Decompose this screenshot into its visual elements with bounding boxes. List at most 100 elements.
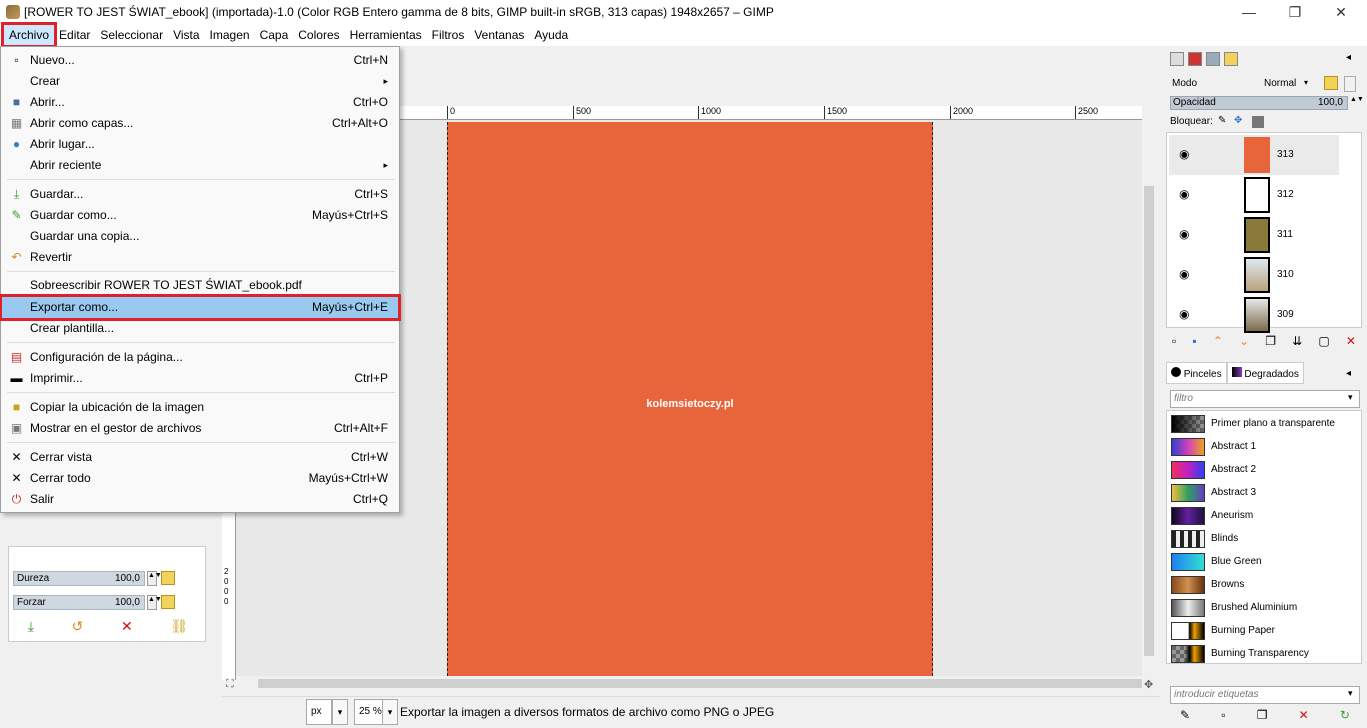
menu-item-mostrar-gestor[interactable]: ▣ Mostrar en el gestor de archivos Ctrl+… <box>2 418 398 439</box>
menu-item-configuracion-pagina[interactable]: ▤ Configuración de la página... <box>2 347 398 368</box>
save-preset-icon[interactable]: ⤓ <box>28 618 34 635</box>
menu-ventanas[interactable]: Ventanas <box>469 25 529 45</box>
menu-item-cerrar-vista[interactable]: ✕ Cerrar vista Ctrl+W <box>2 447 398 468</box>
gradients-list[interactable]: Primer plano a transparente Abstract 1 A… <box>1166 410 1362 664</box>
new-gradient-icon[interactable]: ▫ <box>1221 708 1225 722</box>
close-button[interactable]: ✕ <box>1318 0 1364 24</box>
tags-input[interactable]: introducir etiquetas <box>1170 686 1360 704</box>
layer-row[interactable]: ◉ 313 <box>1169 135 1339 175</box>
menu-item-guardar-copia[interactable]: Guardar una copia... <box>2 226 398 247</box>
eye-icon[interactable]: ◉ <box>1179 267 1189 281</box>
undo-tab-icon[interactable] <box>1224 52 1238 66</box>
menu-herramientas[interactable]: Herramientas <box>345 25 427 45</box>
delete-icon[interactable]: ✕ <box>121 618 133 635</box>
mask-icon[interactable]: ▢ <box>1318 334 1329 348</box>
unit-select[interactable]: px <box>306 699 332 725</box>
forzar-spinner[interactable]: ▲▼ <box>147 595 162 610</box>
mode-select[interactable]: Normal <box>1264 78 1296 89</box>
layer-row[interactable]: ◉ 311 <box>1169 215 1339 255</box>
list-item[interactable]: Abstract 3 <box>1171 482 1343 504</box>
mode-switch-icon[interactable] <box>1344 76 1356 92</box>
menu-item-cerrar-todo[interactable]: ✕ Cerrar todo Mayús+Ctrl+W <box>2 468 398 489</box>
menu-ayuda[interactable]: Ayuda <box>529 25 573 45</box>
menu-item-abrir[interactable]: ■ Abrir... Ctrl+O <box>2 92 398 113</box>
chevron-down-icon[interactable]: ▾ <box>1348 688 1353 699</box>
lower-layer-icon[interactable]: ⌄ <box>1239 334 1249 348</box>
menu-filtros[interactable]: Filtros <box>427 25 470 45</box>
menu-item-exportar-como[interactable]: Exportar como... Mayús+Ctrl+E <box>0 294 401 321</box>
list-item[interactable]: Primer plano a transparente <box>1171 413 1343 435</box>
layers-tab-icon[interactable] <box>1170 52 1184 66</box>
forzar-slider[interactable]: Forzar 100,0 <box>13 595 145 610</box>
tab-pinceles[interactable]: Pinceles <box>1166 362 1227 384</box>
menu-item-sobreescribir[interactable]: Sobreescribir ROWER TO JEST ŚWIAT_ebook.… <box>2 275 398 296</box>
list-item[interactable]: Abstract 2 <box>1171 459 1343 481</box>
image-layer[interactable]: kolemsietoczy.pl <box>447 122 933 676</box>
layer-row[interactable]: ◉ 312 <box>1169 175 1339 215</box>
vertical-scrollbar[interactable] <box>1142 106 1156 676</box>
eye-icon[interactable]: ◉ <box>1179 187 1189 201</box>
menu-item-abrir-reciente[interactable]: Abrir reciente ▸ <box>2 155 398 176</box>
menu-item-abrir-lugar[interactable]: ● Abrir lugar... <box>2 134 398 155</box>
menu-seleccionar[interactable]: Seleccionar <box>95 25 168 45</box>
eye-icon[interactable]: ◉ <box>1179 147 1189 161</box>
scrollbar-thumb[interactable] <box>1144 186 1154 656</box>
menu-vista[interactable]: Vista <box>168 25 204 45</box>
layer-row[interactable]: ◉ 309 <box>1169 295 1339 335</box>
quick-mask-icon[interactable]: ⛶ <box>226 678 234 691</box>
layer-row[interactable]: ◉ 310 <box>1169 255 1339 295</box>
merge-down-icon[interactable]: ⇊ <box>1292 334 1302 348</box>
menu-item-salir[interactable]: ⏻ Salir Ctrl+Q <box>2 489 398 510</box>
filter-input[interactable]: filtro <box>1170 390 1360 408</box>
menu-imagen[interactable]: Imagen <box>205 25 255 45</box>
opacity-slider[interactable]: Opacidad 100,0 <box>1170 96 1348 110</box>
panel-menu-icon[interactable]: ◂ <box>1346 52 1351 63</box>
menu-item-imprimir[interactable]: ▬ Imprimir... Ctrl+P <box>2 368 398 389</box>
list-item[interactable]: Abstract 1 <box>1171 436 1343 458</box>
list-item[interactable]: Burning Transparency <box>1171 643 1343 665</box>
paths-tab-icon[interactable] <box>1206 52 1220 66</box>
layers-list[interactable]: ◉ 313 ◉ 312 ◉ 311 ◉ 310 ◉ 309 <box>1166 132 1362 333</box>
chevron-down-icon[interactable]: ▾ <box>382 699 398 725</box>
zoom-select[interactable]: 25 % <box>354 699 384 725</box>
raise-layer-icon[interactable]: ⌃ <box>1213 334 1223 348</box>
panel-menu-icon[interactable]: ◂ <box>1346 368 1351 379</box>
duplicate-gradient-icon[interactable]: ❐ <box>1257 708 1268 722</box>
refresh-icon[interactable]: ↻ <box>1340 708 1350 722</box>
menu-capa[interactable]: Capa <box>255 25 294 45</box>
new-group-icon[interactable]: ▪ <box>1192 334 1196 348</box>
new-layer-icon[interactable]: ▫ <box>1172 334 1176 348</box>
eye-icon[interactable]: ◉ <box>1179 227 1189 241</box>
menu-item-revertir[interactable]: ↶ Revertir <box>2 247 398 268</box>
dureza-slider[interactable]: Dureza 100,0 <box>13 571 145 586</box>
list-item[interactable]: Blinds <box>1171 528 1343 550</box>
menu-item-nuevo[interactable]: ▫ Nuevo... Ctrl+N <box>2 50 398 71</box>
duplicate-layer-icon[interactable]: ❐ <box>1265 334 1276 348</box>
chevron-down-icon[interactable]: ▾ <box>332 699 348 725</box>
menu-item-crear[interactable]: Crear ▸ <box>2 71 398 92</box>
list-item[interactable]: Browns <box>1171 574 1343 596</box>
channels-tab-icon[interactable] <box>1188 52 1202 66</box>
menu-item-crear-plantilla[interactable]: Crear plantilla... <box>2 318 398 339</box>
scrollbar-thumb[interactable] <box>258 679 1142 688</box>
menu-item-copiar-ubicacion[interactable]: ■ Copiar la ubicación de la imagen <box>2 397 398 418</box>
minimize-button[interactable]: — <box>1226 0 1272 24</box>
menu-item-guardar[interactable]: ⤓ Guardar... Ctrl+S <box>2 184 398 205</box>
delete-gradient-icon[interactable]: ✕ <box>1299 708 1309 722</box>
list-item[interactable]: Blue Green <box>1171 551 1343 573</box>
menu-item-abrir-como-capas[interactable]: ▦ Abrir como capas... Ctrl+Alt+O <box>2 113 398 134</box>
navigate-icon[interactable]: ✥ <box>1144 678 1153 691</box>
mode-reset-icon[interactable] <box>1324 76 1338 90</box>
lock-alpha-icon[interactable] <box>1252 116 1264 128</box>
list-item[interactable]: Aneurism <box>1171 505 1343 527</box>
menu-archivo[interactable]: Archivo <box>0 22 58 48</box>
reset-icon[interactable] <box>161 595 175 609</box>
reset-defaults-icon[interactable]: ⛓ <box>170 618 188 635</box>
list-item[interactable]: Burning Paper <box>1171 620 1343 642</box>
chevron-down-icon[interactable]: ▾ <box>1304 78 1308 87</box>
menu-colores[interactable]: Colores <box>293 25 344 45</box>
menu-editar[interactable]: Editar <box>54 25 95 45</box>
opacity-spinner[interactable]: ▲▼ <box>1350 96 1364 103</box>
tab-degradados[interactable]: Degradados <box>1226 362 1304 384</box>
delete-layer-icon[interactable]: ✕ <box>1346 334 1356 348</box>
